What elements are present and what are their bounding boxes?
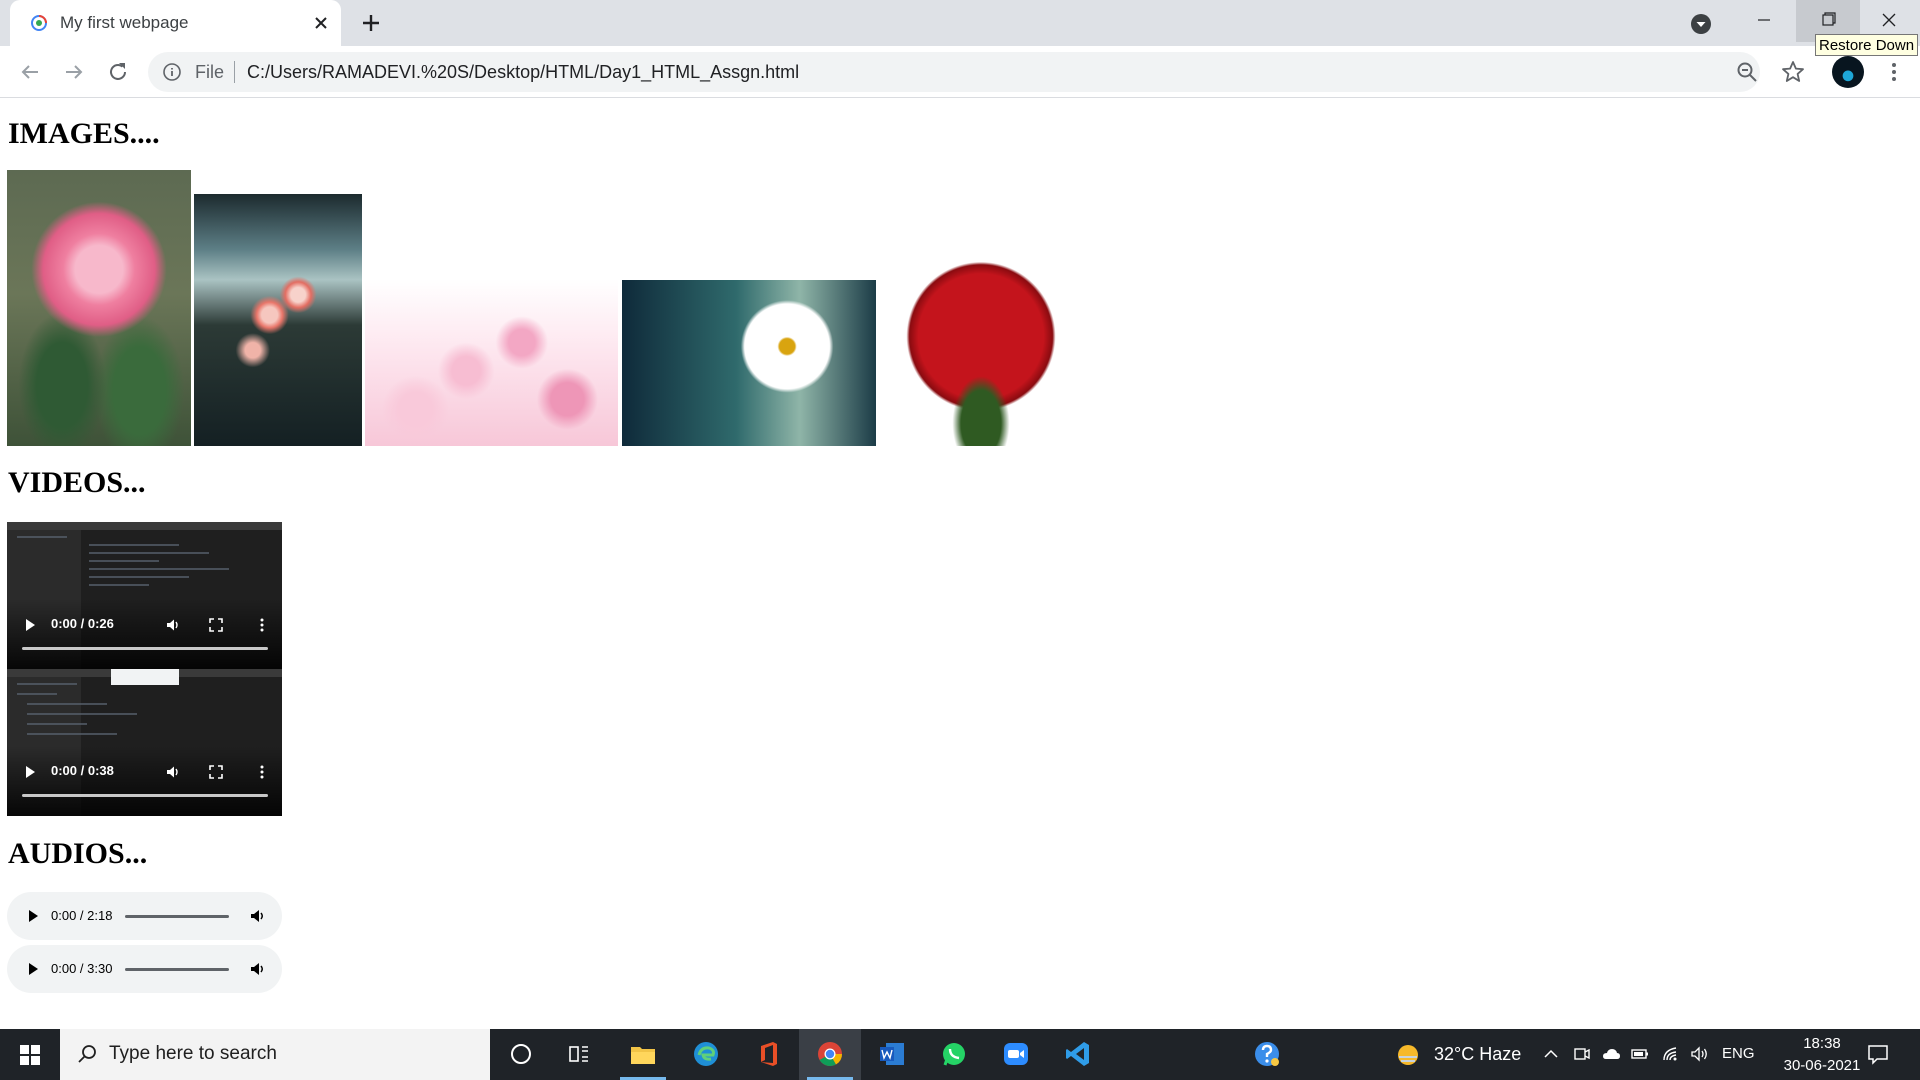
task-view-icon	[569, 1046, 588, 1062]
chevron-up-icon[interactable]	[1541, 1044, 1561, 1064]
zoom-camera-icon	[1004, 1043, 1028, 1065]
file-explorer-button[interactable]	[612, 1029, 674, 1080]
more-options-icon[interactable]	[1880, 58, 1908, 86]
volume-icon[interactable]	[249, 907, 267, 925]
minimize-button[interactable]	[1732, 0, 1796, 42]
video-controls	[7, 746, 282, 816]
images-heading: IMAGES....	[8, 117, 160, 150]
red-rose-bouquet-image	[880, 257, 1082, 446]
tab-search-icon[interactable]	[1689, 12, 1713, 36]
help-question-icon	[1255, 1042, 1279, 1066]
windows-logo-icon	[20, 1045, 40, 1065]
zoom-out-icon[interactable]	[1735, 60, 1759, 84]
audio-player[interactable]: 0:00 / 3:30	[7, 945, 282, 993]
page-favicon-icon	[31, 15, 47, 31]
audio-player[interactable]: 0:00 / 2:18	[7, 892, 282, 940]
clock-time[interactable]: 18:38	[1790, 1035, 1854, 1052]
wifi-icon[interactable]	[1661, 1044, 1681, 1064]
search-placeholder: Type here to search	[109, 1043, 277, 1064]
audios-heading: AUDIOS...	[8, 837, 148, 870]
address-divider	[234, 61, 235, 83]
battery-icon[interactable]	[1630, 1044, 1650, 1064]
video-progress-bar[interactable]	[22, 647, 268, 650]
play-icon[interactable]	[23, 765, 37, 779]
video-frame-overlay	[111, 669, 179, 685]
whatsapp-icon	[943, 1043, 965, 1066]
video-time: 0:00 / 0:38	[51, 763, 114, 778]
tab-title: My first webpage	[60, 13, 189, 32]
chrome-button[interactable]	[799, 1029, 861, 1080]
video-controls	[7, 599, 282, 669]
audio-progress-bar[interactable]	[125, 915, 229, 918]
tab-strip: My first webpage Restore Down	[0, 0, 1920, 56]
word-icon	[880, 1043, 904, 1065]
help-button[interactable]	[1236, 1029, 1298, 1080]
more-options-icon[interactable]	[254, 617, 270, 633]
weather-label[interactable]: 32°C Haze	[1434, 1044, 1521, 1065]
task-view-button[interactable]	[548, 1029, 610, 1080]
site-info-icon[interactable]	[162, 62, 182, 82]
fullscreen-icon[interactable]	[208, 764, 224, 780]
office-icon	[761, 1042, 777, 1066]
file-scheme-label: File	[195, 62, 225, 82]
cortana-button[interactable]	[490, 1029, 552, 1080]
close-tab-icon[interactable]	[310, 12, 332, 34]
clock-date[interactable]: 30-06-2021	[1768, 1057, 1876, 1074]
fullscreen-icon[interactable]	[208, 617, 224, 633]
video-player[interactable]: 0:00 / 0:26	[7, 522, 282, 669]
play-icon[interactable]	[23, 618, 37, 632]
audio-time: 0:00 / 2:18	[51, 908, 113, 923]
vscode-button[interactable]	[1047, 1029, 1109, 1080]
cortana-circle-icon	[511, 1044, 531, 1064]
office-button[interactable]	[737, 1029, 799, 1080]
pink-rose-image	[7, 170, 191, 446]
play-icon[interactable]	[25, 961, 41, 977]
edge-browser-button[interactable]	[675, 1029, 737, 1080]
audio-progress-bar[interactable]	[125, 968, 229, 971]
white-daisy-image	[622, 280, 876, 446]
whatsapp-button[interactable]	[923, 1029, 985, 1080]
vscode-icon	[1066, 1042, 1089, 1066]
taskbar-search-box[interactable]: Type here to search	[60, 1029, 490, 1080]
edge-icon	[694, 1042, 718, 1066]
input-language[interactable]: ENG	[1722, 1045, 1755, 1062]
chrome-icon	[818, 1042, 842, 1067]
volume-icon[interactable]	[165, 764, 181, 780]
video-time: 0:00 / 0:26	[51, 616, 114, 631]
back-arrow-icon[interactable]	[16, 58, 44, 86]
plumeria-flowers-image	[194, 194, 362, 446]
url-text[interactable]: C:/Users/RAMADEVI.%20S/Desktop/HTML/Day1…	[247, 62, 799, 83]
new-tab-plus-icon[interactable]	[359, 11, 383, 35]
audio-time: 0:00 / 3:30	[51, 961, 113, 976]
browser-toolbar: File C:/Users/RAMADEVI.%20S/Desktop/HTML…	[0, 46, 1920, 98]
profile-avatar[interactable]	[1832, 56, 1864, 88]
videos-heading: VIDEOS...	[8, 466, 146, 499]
volume-icon[interactable]	[249, 960, 267, 978]
reload-icon[interactable]	[104, 58, 132, 86]
address-bar[interactable]: File C:/Users/RAMADEVI.%20S/Desktop/HTML…	[148, 52, 1760, 92]
webpage-content: IMAGES.... VIDEOS... 0:00 / 0:26 0:00 / …	[0, 99, 1920, 1029]
cherry-blossom-image	[365, 279, 618, 446]
zoom-button[interactable]	[985, 1029, 1047, 1080]
search-icon	[78, 1045, 96, 1063]
notification-center-icon[interactable]	[1866, 1042, 1890, 1066]
windows-taskbar: Type here to search 32°C Haze ENG 18:38 …	[0, 1029, 1920, 1080]
word-button[interactable]	[861, 1029, 923, 1080]
meet-now-icon[interactable]	[1572, 1044, 1592, 1064]
more-options-icon[interactable]	[254, 764, 270, 780]
play-icon[interactable]	[25, 908, 41, 924]
weather-haze-icon[interactable]	[1395, 1042, 1421, 1068]
folder-icon	[631, 1047, 655, 1064]
speaker-volume-icon[interactable]	[1690, 1044, 1710, 1064]
video-progress-bar[interactable]	[22, 794, 268, 797]
bookmark-star-icon[interactable]	[1780, 59, 1806, 85]
minimize-icon	[1758, 19, 1770, 21]
onedrive-cloud-icon[interactable]	[1601, 1044, 1621, 1064]
start-button[interactable]	[0, 1029, 60, 1080]
restore-down-tooltip: Restore Down	[1815, 34, 1918, 56]
forward-arrow-icon[interactable]	[60, 58, 88, 86]
video-player[interactable]: 0:00 / 0:38	[7, 669, 282, 816]
volume-icon[interactable]	[165, 617, 181, 633]
browser-tab[interactable]: My first webpage	[10, 0, 341, 46]
